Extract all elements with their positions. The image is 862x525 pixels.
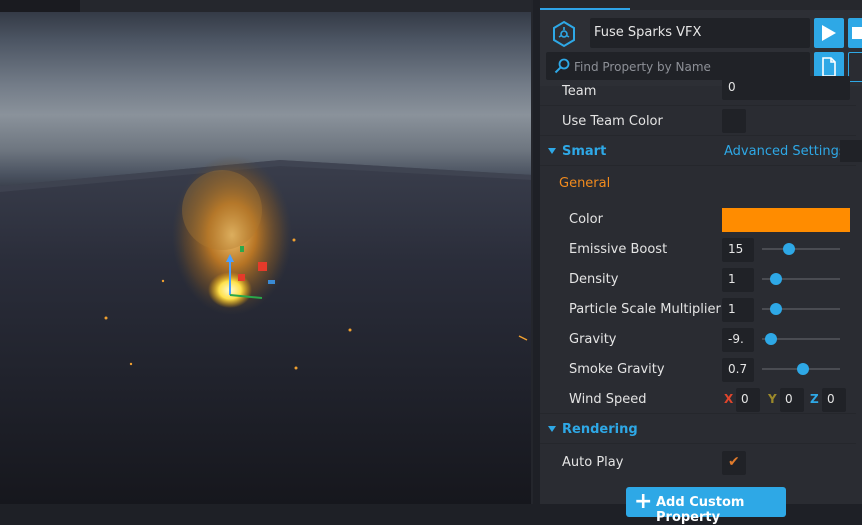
particle-scale-label: Particle Scale Multiplier [569,302,721,317]
property-use-team-color: Use Team Color [540,106,862,136]
slider-thumb[interactable] [770,273,783,285]
document-icon [822,57,836,77]
wind-speed-label: Wind Speed [569,392,647,407]
general-group-title: General [559,176,611,191]
add-custom-property-button[interactable]: + Add Custom Property [626,487,786,525]
section-smart[interactable]: Smart Advanced Settings [540,136,862,166]
slider-thumb[interactable] [783,243,796,255]
search-icon [554,58,570,74]
emissive-boost-slider[interactable] [762,243,840,255]
property-smoke-gravity: Smoke Gravity 0.7 [540,354,862,384]
property-gravity: Gravity -9. [540,324,862,354]
wind-y-label: Y [768,392,777,406]
advanced-settings-link[interactable]: Advanced Settings [724,144,846,159]
section-rendering[interactable]: Rendering [540,414,862,444]
density-label: Density [569,272,619,287]
panel-splitter[interactable] [531,0,533,504]
panel-tab-bar [540,0,862,10]
vfx-object-icon [553,20,575,48]
smoke-gravity-slider[interactable] [762,363,840,375]
property-emissive-boost: Emissive Boost 15 [540,234,862,264]
gravity-field[interactable]: -9. [722,328,754,352]
use-team-color-checkbox[interactable] [722,109,746,133]
auto-play-label: Auto Play [562,455,624,470]
scene-render [0,155,533,504]
object-name: Fuse Sparks VFX [594,25,702,40]
emissive-boost-label: Emissive Boost [569,242,668,257]
property-list: Team 0 Use Team Color Smart Advanced Set… [540,76,862,525]
gravity-slider[interactable] [762,333,840,345]
property-particle-scale: Particle Scale Multiplier 1 [540,294,862,324]
property-color: Color [540,204,862,234]
particle-scale-value: 1 [728,302,736,316]
gravity-value: -9. [728,332,744,346]
particle-scale-slider[interactable] [762,303,840,315]
slider-thumb[interactable] [797,363,810,375]
particle-scale-field[interactable]: 1 [722,298,754,322]
slider-thumb[interactable] [765,333,778,345]
smoke-gravity-label: Smoke Gravity [569,362,665,377]
collapse-caret-icon[interactable] [548,426,556,432]
property-team: Team 0 [540,76,862,106]
property-search-input[interactable] [572,56,806,78]
play-icon [822,25,836,41]
color-swatch[interactable] [722,208,850,232]
wind-y-value: 0 [785,392,793,406]
checkmark-icon: ✔ [728,454,740,470]
preview-play-button[interactable] [814,18,844,48]
wind-z-label: Z [810,392,819,406]
team-label: Team [562,84,597,99]
rendering-section-title: Rendering [562,422,638,437]
emissive-boost-field[interactable]: 15 [722,238,754,262]
wind-y-field[interactable]: 0 [780,388,804,412]
property-auto-play: Auto Play ✔ [540,447,862,477]
team-value: 0 [728,80,736,94]
smart-section-title: Smart [562,144,607,159]
viewport[interactable] [0,0,533,504]
preview-stop-button[interactable] [848,18,862,48]
density-field[interactable]: 1 [722,268,754,292]
wind-z-field[interactable]: 0 [822,388,846,412]
smoke-gravity-value: 0.7 [728,362,748,376]
collapse-caret-icon[interactable] [548,148,556,154]
plus-icon: + [634,489,653,514]
wind-x-field[interactable]: 0 [736,388,760,412]
density-slider[interactable] [762,273,840,285]
team-field[interactable]: 0 [722,76,850,100]
auto-play-checkbox[interactable]: ✔ [722,451,746,475]
divider [540,443,856,444]
wind-x-label: X [724,392,734,406]
panel-header: Fuse Sparks VFX [540,10,862,86]
property-wind-speed: Wind Speed X 0 Y 0 Z 0 [540,384,862,414]
smoke-gravity-field[interactable]: 0.7 [722,358,754,382]
add-custom-property-label: Add Custom Property [656,495,745,525]
stop-icon [852,27,862,39]
emissive-boost-value: 15 [728,242,744,256]
group-general: General [540,166,862,198]
wind-z-value: 0 [827,392,835,406]
property-density: Density 1 [540,264,862,294]
density-value: 1 [728,272,736,286]
advanced-settings-toggle[interactable] [840,140,862,162]
color-label: Color [569,212,603,227]
gravity-label: Gravity [569,332,617,347]
properties-panel: Fuse Sparks VFX Team 0 [540,0,862,525]
use-team-color-label: Use Team Color [562,114,663,129]
object-name-field[interactable]: Fuse Sparks VFX [590,18,810,48]
slider-thumb[interactable] [770,303,783,315]
wind-x-value: 0 [741,392,749,406]
